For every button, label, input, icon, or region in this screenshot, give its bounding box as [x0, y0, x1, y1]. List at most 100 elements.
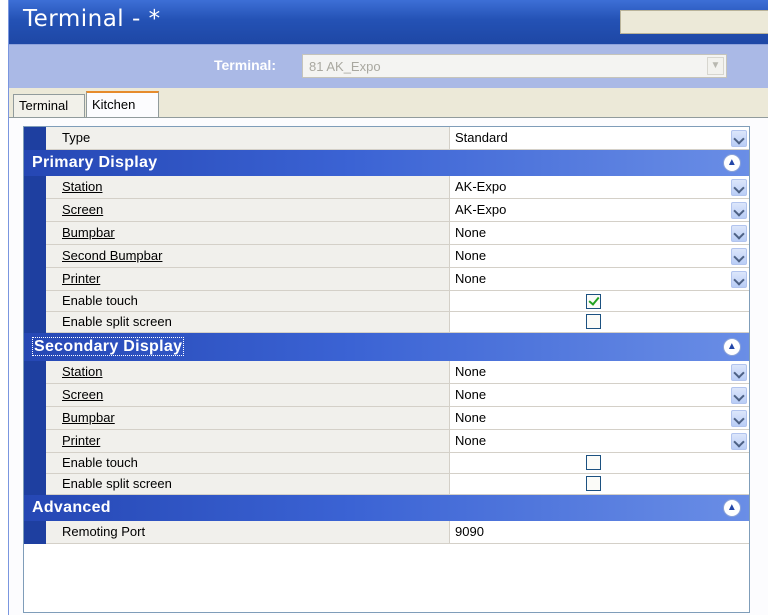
- category-secondary-display[interactable]: Secondary Display ▲: [24, 333, 749, 361]
- property-grid: Type Standard Primary Display ▲ Station …: [23, 126, 750, 613]
- property-row-enable-touch: Enable touch: [24, 291, 749, 312]
- property-value-enable-split-screen: [450, 312, 749, 333]
- property-value-text: Standard: [455, 130, 508, 145]
- property-value-text: None: [455, 271, 487, 286]
- property-name: Type: [46, 127, 450, 150]
- property-row-printer: Printer None: [24, 430, 749, 453]
- chevron-down-icon[interactable]: [731, 364, 747, 381]
- window-title: Terminal - *: [23, 6, 161, 32]
- property-value-type[interactable]: Standard: [450, 127, 749, 150]
- property-name: Screen: [46, 199, 450, 222]
- category-title: Secondary Display: [32, 337, 185, 356]
- row-gutter: [24, 521, 46, 544]
- property-name: Bumpbar: [46, 222, 450, 245]
- property-row-screen: Screen None: [24, 384, 749, 407]
- row-gutter: [24, 361, 46, 384]
- property-name: Printer: [46, 430, 450, 453]
- property-row-printer: Printer None: [24, 268, 749, 291]
- property-value-text: None: [455, 225, 487, 240]
- chevron-down-icon[interactable]: [731, 410, 747, 427]
- row-gutter: [24, 127, 46, 150]
- property-value-text: None: [455, 410, 487, 425]
- property-name: Enable touch: [46, 291, 450, 312]
- property-value-screen[interactable]: None: [450, 384, 749, 407]
- row-gutter: [24, 384, 46, 407]
- property-value-remoting-port[interactable]: 9090: [450, 521, 749, 544]
- property-row-bumpbar: Bumpbar None: [24, 222, 749, 245]
- property-value-station[interactable]: None: [450, 361, 749, 384]
- property-value-printer[interactable]: None: [450, 430, 749, 453]
- property-value-text: None: [455, 433, 487, 448]
- collapse-icon[interactable]: ▲: [723, 338, 741, 356]
- collapse-icon[interactable]: ▲: [723, 499, 741, 517]
- property-row-enable-touch: Enable touch: [24, 453, 749, 474]
- property-name: Printer: [46, 268, 450, 291]
- enable-split-screen-checkbox[interactable]: [586, 476, 601, 491]
- enable-touch-checkbox[interactable]: [586, 294, 601, 309]
- chevron-down-icon[interactable]: [731, 433, 747, 450]
- terminal-selector-combo[interactable]: 81 AK_Expo ▼: [302, 54, 727, 78]
- chevron-down-icon[interactable]: [731, 202, 747, 219]
- row-gutter: [24, 407, 46, 430]
- terminal-selector-value: 81 AK_Expo: [309, 59, 381, 74]
- property-value-printer[interactable]: None: [450, 268, 749, 291]
- enable-split-screen-checkbox[interactable]: [586, 314, 601, 329]
- property-value-enable-split-screen: [450, 474, 749, 495]
- row-gutter: [24, 291, 46, 312]
- property-row-remoting-port: Remoting Port 9090: [24, 521, 749, 544]
- enable-touch-checkbox[interactable]: [586, 455, 601, 470]
- chevron-down-icon[interactable]: [731, 271, 747, 288]
- terminal-selector-bar: Terminal: 81 AK_Expo ▼: [9, 44, 768, 88]
- property-name: Station: [46, 176, 450, 199]
- row-gutter: [24, 176, 46, 199]
- property-name: Remoting Port: [46, 521, 450, 544]
- chevron-down-icon[interactable]: [731, 387, 747, 404]
- property-value-enable-touch: [450, 453, 749, 474]
- property-value-text: 9090: [455, 524, 484, 539]
- property-value-text: None: [455, 248, 487, 263]
- terminal-selector-label: Terminal:: [214, 57, 276, 73]
- property-name: Enable split screen: [46, 474, 450, 495]
- row-gutter: [24, 312, 46, 333]
- property-value-bumpbar[interactable]: None: [450, 407, 749, 430]
- property-row-enable-split-screen: Enable split screen: [24, 312, 749, 333]
- category-title: Advanced: [32, 499, 111, 516]
- property-row-type: Type Standard: [24, 127, 749, 150]
- property-name: Enable split screen: [46, 312, 450, 333]
- chevron-down-icon[interactable]: [731, 130, 747, 147]
- row-gutter: [24, 222, 46, 245]
- chevron-down-icon[interactable]: [731, 179, 747, 196]
- property-row-enable-split-screen: Enable split screen: [24, 474, 749, 495]
- property-row-bumpbar: Bumpbar None: [24, 407, 749, 430]
- chevron-down-icon[interactable]: ▼: [707, 57, 724, 75]
- row-gutter: [24, 199, 46, 222]
- property-value-station[interactable]: AK-Expo: [450, 176, 749, 199]
- property-name: Bumpbar: [46, 407, 450, 430]
- property-row-second-bumpbar: Second Bumpbar None: [24, 245, 749, 268]
- row-gutter: [24, 268, 46, 291]
- chevron-down-icon[interactable]: [731, 248, 747, 265]
- property-value-enable-touch: [450, 291, 749, 312]
- property-value-bumpbar[interactable]: None: [450, 222, 749, 245]
- tab-kitchen[interactable]: Kitchen: [86, 91, 159, 118]
- property-name: Screen: [46, 384, 450, 407]
- row-gutter: [24, 453, 46, 474]
- category-title: Primary Display: [32, 154, 158, 171]
- property-value-text: None: [455, 364, 487, 379]
- title-search-box[interactable]: [620, 10, 768, 34]
- terminal-window: Terminal - * Terminal: 81 AK_Expo ▼ Term…: [8, 0, 768, 615]
- category-advanced[interactable]: Advanced ▲: [24, 495, 749, 521]
- row-gutter: [24, 245, 46, 268]
- property-row-screen: Screen AK-Expo: [24, 199, 749, 222]
- tab-panel-kitchen: Type Standard Primary Display ▲ Station …: [9, 117, 768, 615]
- tab-terminal[interactable]: Terminal: [13, 94, 85, 117]
- property-name: Enable touch: [46, 453, 450, 474]
- chevron-down-icon[interactable]: [731, 225, 747, 242]
- property-value-screen[interactable]: AK-Expo: [450, 199, 749, 222]
- collapse-icon[interactable]: ▲: [723, 154, 741, 172]
- property-row-station: Station AK-Expo: [24, 176, 749, 199]
- category-primary-display[interactable]: Primary Display ▲: [24, 150, 749, 176]
- property-value-text: AK-Expo: [455, 202, 507, 217]
- property-value-second-bumpbar[interactable]: None: [450, 245, 749, 268]
- property-name: Station: [46, 361, 450, 384]
